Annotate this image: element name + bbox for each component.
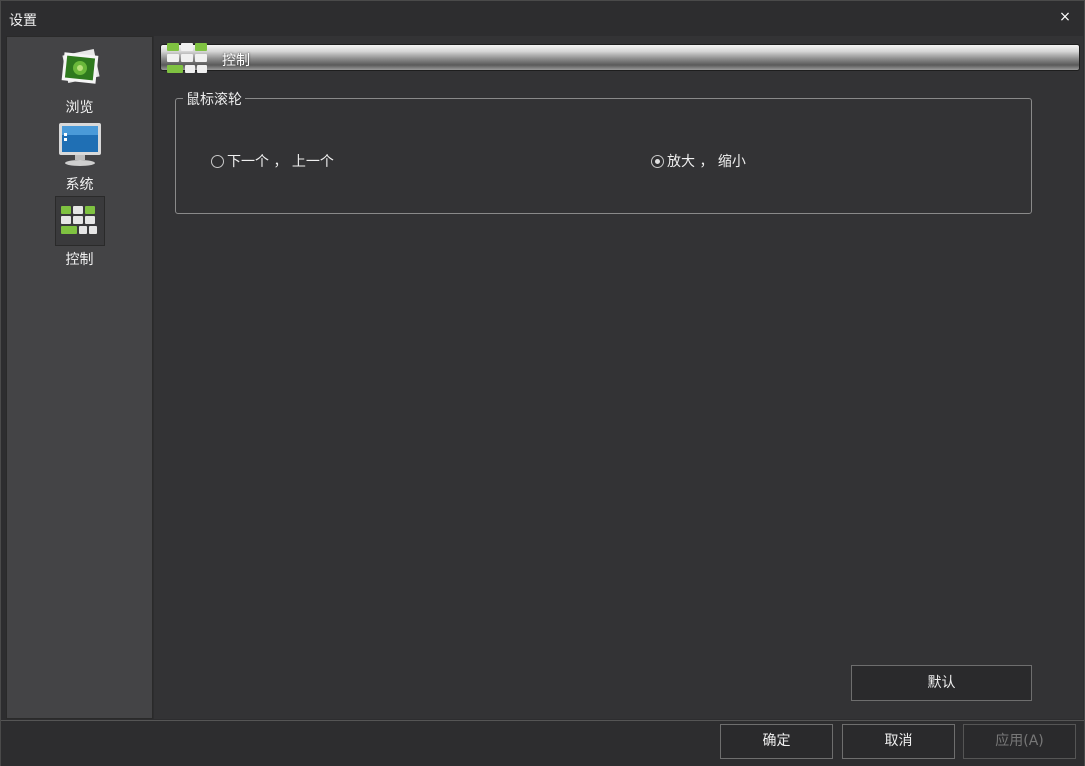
section-header: 控制 [160, 43, 1080, 73]
radio-next-prev[interactable]: 下一个 ， 上一个 [211, 151, 334, 171]
section-title: 控制 [222, 53, 250, 69]
radio-label: 下一个 ， 上一个 [227, 154, 334, 170]
radio-button-checked[interactable] [651, 154, 664, 168]
apply-button[interactable]: 应用(A) [963, 724, 1076, 759]
sidebar-item-browse[interactable]: 浏览 [7, 44, 152, 117]
sidebar-item-label: 浏览 [65, 100, 94, 116]
footer-bar: 确定 取消 应用(A) [1, 720, 1084, 766]
sidebar-item-label: 控制 [65, 252, 94, 268]
sidebar: 浏览 系统 控制 [6, 36, 153, 719]
close-icon[interactable]: × [1056, 8, 1074, 26]
sidebar-item-label: 系统 [65, 177, 94, 193]
sidebar-item-system[interactable]: 系统 [7, 121, 152, 194]
ok-button[interactable]: 确定 [720, 724, 833, 759]
settings-window: 设置 × 浏览 系统 控制 控制 鼠标滚轮 下一个 ， 上一个 放大 ， 缩小 … [0, 0, 1085, 766]
keyboard-keys-icon [54, 196, 105, 246]
cancel-button[interactable]: 取消 [842, 724, 955, 759]
window-title: 设置 [9, 13, 37, 29]
default-button[interactable]: 默认 [851, 665, 1032, 701]
group-legend: 鼠标滚轮 [183, 89, 245, 109]
radio-button[interactable] [211, 154, 224, 168]
title-bar: 设置 × [1, 1, 1084, 35]
sidebar-item-control[interactable]: 控制 [7, 196, 152, 269]
radio-zoom[interactable]: 放大 ， 缩小 [651, 151, 746, 171]
radio-label: 放大 ， 缩小 [667, 154, 746, 170]
keyboard-keys-icon [165, 41, 209, 77]
photo-stack-icon [55, 44, 105, 94]
content-panel: 控制 鼠标滚轮 下一个 ， 上一个 放大 ， 缩小 默认 [154, 36, 1083, 719]
mouse-wheel-group: 鼠标滚轮 下一个 ， 上一个 放大 ， 缩小 [175, 89, 1032, 214]
monitor-icon [55, 121, 105, 171]
